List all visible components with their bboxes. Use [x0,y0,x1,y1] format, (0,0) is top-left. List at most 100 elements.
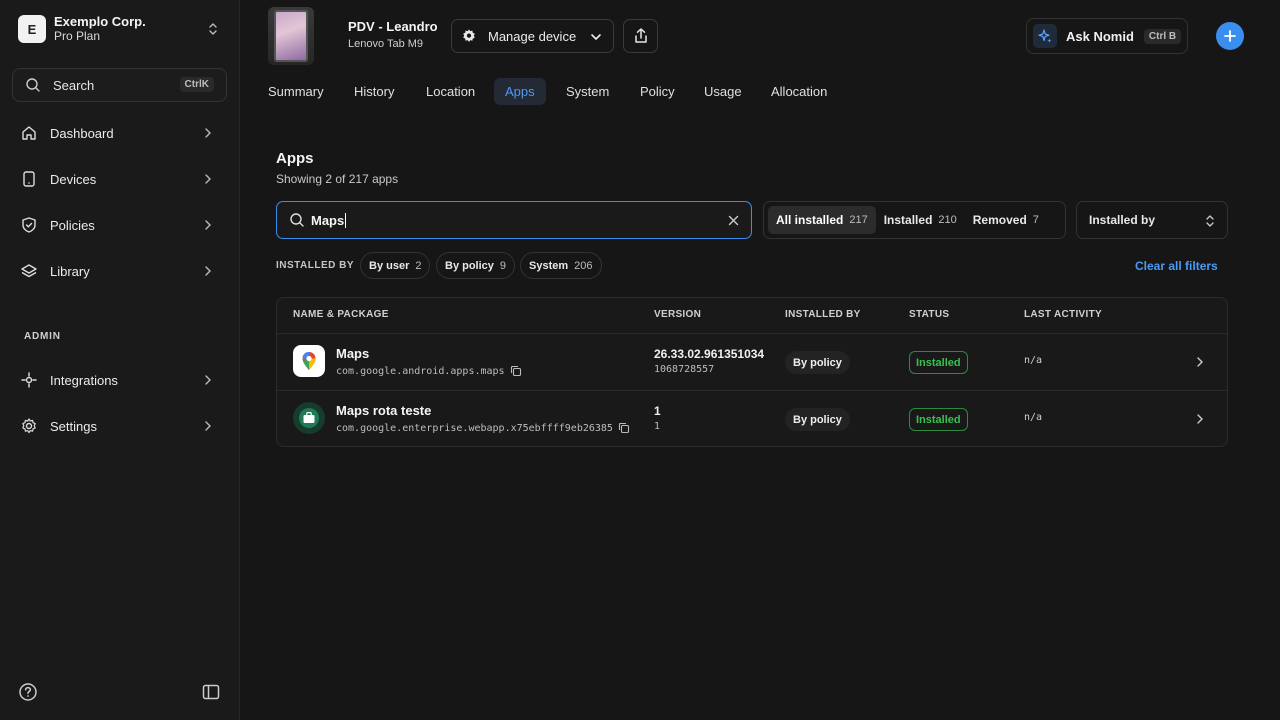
search-icon [26,78,40,92]
gear-icon [22,418,36,434]
tab-summary[interactable]: Summary [257,78,335,105]
filter-installed[interactable]: Installed 210 [876,206,965,234]
tab-usage[interactable]: Usage [693,78,753,105]
column-header-name[interactable]: NAME & PACKAGE [293,309,389,320]
tab-history[interactable]: History [343,78,405,105]
column-header-version[interactable]: VERSION [654,309,701,320]
chip-count: 206 [574,259,593,272]
map-pin-icon [302,352,316,370]
admin-section-label: ADMIN [24,331,61,342]
maps-rota-teste-app-icon [293,402,325,434]
column-header-status[interactable]: STATUS [909,309,949,320]
tab-apps[interactable]: Apps [494,78,546,105]
sidebar-item-library[interactable]: Library [12,253,227,289]
device-icon [23,171,35,187]
layers-icon [21,264,37,278]
sidebar-toggle-icon[interactable] [201,682,221,702]
table-row[interactable]: Maps com.google.android.apps.maps 26.33.… [277,333,1227,390]
ask-shortcut: Ctrl B [1143,28,1182,44]
plus-icon [1224,30,1236,42]
org-avatar: E [18,15,46,43]
status-badge: Installed [909,351,968,374]
copy-icon[interactable] [510,365,522,377]
chip-by-user[interactable]: By user 2 [360,252,431,279]
install-state-filter: All installed 217 Installed 210 Removed … [763,201,1066,239]
chip-label: By user [369,259,410,272]
chevron-right-icon[interactable] [1193,412,1207,426]
installed-by-select-label: Installed by [1089,213,1156,227]
sidebar-item-label: Library [50,263,90,279]
chevron-right-icon [205,375,211,385]
installed-by-filter-label: INSTALLED BY [276,260,355,271]
app-package: com.google.android.apps.maps [336,365,522,377]
installed-by-select[interactable]: Installed by [1076,201,1228,239]
package-text: com.google.enterprise.webapp.x75ebffff9e… [336,422,613,434]
last-activity: n/a [1024,412,1043,423]
chip-count: 9 [499,259,507,272]
apps-count-summary: Showing 2 of 217 apps [276,172,399,186]
package-text: com.google.android.apps.maps [336,365,505,377]
ask-nomid-label: Ask Nomid [1066,28,1134,44]
device-title: PDV - Leandro [348,19,438,34]
ask-nomid-button[interactable]: Ask Nomid Ctrl B [1026,18,1188,54]
sidebar-item-label: Policies [50,217,95,233]
sidebar-search[interactable]: Search CtrlK [12,68,227,102]
org-plan: Pro Plan [54,29,101,43]
tab-location[interactable]: Location [415,78,486,105]
app-version-code: 1 [654,421,661,432]
clear-all-filters-link[interactable]: Clear all filters [1135,259,1218,273]
chevron-right-icon[interactable] [1193,355,1207,369]
column-header-last-activity[interactable]: LAST ACTIVITY [1024,309,1102,320]
segment-label: Removed [972,213,1027,227]
sidebar-search-label: Search [53,77,95,93]
help-icon[interactable] [18,682,38,702]
chevrons-up-down-icon [209,23,217,35]
chip-system[interactable]: System 206 [520,252,602,279]
sidebar-item-label: Devices [50,171,97,187]
table-row[interactable]: Maps rota teste com.google.enterprise.we… [277,390,1227,447]
app-version-code: 1068728557 [654,364,715,375]
chevrons-up-down-icon [1206,215,1214,227]
chevron-right-icon [205,128,211,138]
sidebar-item-policies[interactable]: Policies [12,207,227,243]
filter-all-installed[interactable]: All installed 217 [768,206,876,234]
chip-by-policy[interactable]: By policy 9 [436,252,516,279]
search-shortcut: CtrlK [179,77,214,92]
tab-system[interactable]: System [555,78,620,105]
tab-policy[interactable]: Policy [629,78,686,105]
share-icon [634,28,647,43]
app-version: 1 [654,404,661,418]
org-name: Exemplo Corp. [54,14,146,29]
gear-icon [463,29,475,43]
chevron-right-icon [205,174,211,184]
filter-removed[interactable]: Removed 7 [965,206,1047,234]
sidebar-item-dashboard[interactable]: Dashboard [12,115,227,151]
manage-device-button[interactable]: Manage device [451,19,614,53]
tab-allocation[interactable]: Allocation [760,78,838,105]
apps-search-input[interactable]: Maps [276,201,752,239]
sidebar-item-devices[interactable]: Devices [12,161,227,197]
sidebar-item-label: Settings [50,418,97,434]
sidebar-item-settings[interactable]: Settings [12,408,227,444]
share-button[interactable] [623,19,658,53]
integrations-icon [21,372,37,388]
sidebar-item-integrations[interactable]: Integrations [12,362,227,398]
sidebar-item-label: Integrations [50,372,118,388]
apps-search-value: Maps [311,212,345,228]
segment-count: 7 [1032,214,1039,226]
device-model: Lenovo Tab M9 [348,38,424,50]
column-header-installed-by[interactable]: INSTALLED BY [785,309,861,320]
chip-label: By policy [445,259,494,272]
installed-by-badge: By policy [785,351,850,374]
chip-count: 2 [415,259,422,272]
add-button[interactable] [1216,22,1244,50]
sparkle-icon [1038,29,1052,43]
app-package: com.google.enterprise.webapp.x75ebffff9e… [336,422,630,434]
sidebar-item-label: Dashboard [50,125,114,141]
close-icon[interactable] [727,214,740,227]
segment-label: All installed [776,213,844,227]
copy-icon[interactable] [618,422,630,434]
org-switcher[interactable]: E Exemplo Corp. Pro Plan [18,14,228,44]
page-title: Apps [276,150,314,167]
app-version: 26.33.02.961351034 [654,347,765,361]
